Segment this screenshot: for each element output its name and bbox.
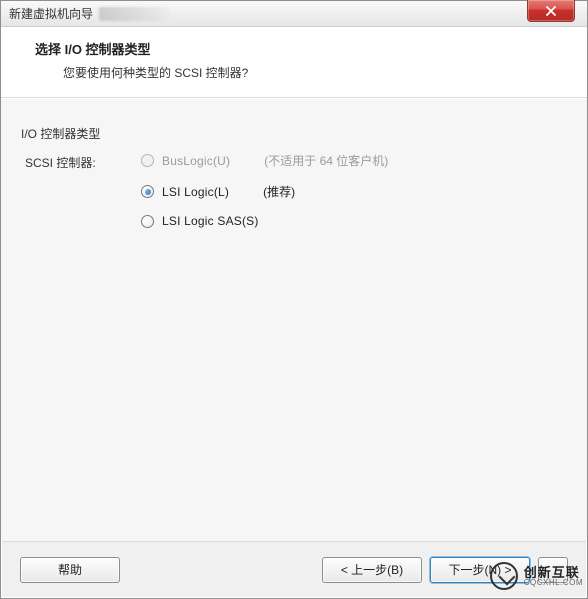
radio-icon (141, 185, 154, 198)
radio-icon (141, 215, 154, 228)
wizard-header: 选择 I/O 控制器类型 您要使用何种类型的 SCSI 控制器? (1, 27, 587, 98)
window-title: 新建虚拟机向导 (9, 5, 93, 22)
radio-option-buslogic: BusLogic(U) (不适用于 64 位客户机) (141, 152, 388, 169)
page-title: 选择 I/O 控制器类型 (35, 39, 567, 58)
close-icon (545, 6, 557, 16)
titlebar: 新建虚拟机向导 (1, 1, 587, 27)
page-subtitle: 您要使用何种类型的 SCSI 控制器? (63, 64, 567, 81)
next-button[interactable]: 下一步(N) > (430, 557, 530, 583)
wizard-footer: 帮助 < 上一步(B) 下一步(N) > (2, 541, 586, 597)
radio-option-lsilogic-sas[interactable]: LSI Logic SAS(S) (141, 214, 388, 228)
radio-label: LSI Logic(L) (162, 185, 229, 199)
radio-hint: (推荐) (263, 183, 295, 200)
radio-option-lsilogic[interactable]: LSI Logic(L) (推荐) (141, 183, 388, 200)
wizard-content: I/O 控制器类型 SCSI 控制器: BusLogic(U) (不适用于 64… (1, 98, 587, 541)
close-button[interactable] (527, 0, 575, 22)
radio-group: BusLogic(U) (不适用于 64 位客户机) LSI Logic(L) … (141, 152, 388, 228)
group-label: I/O 控制器类型 (21, 125, 567, 142)
scsi-label: SCSI 控制器: (25, 152, 141, 171)
scsi-row: SCSI 控制器: BusLogic(U) (不适用于 64 位客户机) LSI… (25, 152, 567, 228)
cancel-button[interactable] (538, 557, 568, 583)
help-button[interactable]: 帮助 (20, 557, 120, 583)
radio-dot-icon (145, 189, 151, 195)
back-button[interactable]: < 上一步(B) (322, 557, 422, 583)
wizard-window: 新建虚拟机向导 选择 I/O 控制器类型 您要使用何种类型的 SCSI 控制器?… (0, 0, 588, 599)
radio-hint: (不适用于 64 位客户机) (264, 152, 388, 169)
radio-label: BusLogic(U) (162, 154, 230, 168)
radio-icon (141, 154, 154, 167)
titlebar-decoration (99, 7, 169, 21)
radio-label: LSI Logic SAS(S) (162, 214, 259, 228)
